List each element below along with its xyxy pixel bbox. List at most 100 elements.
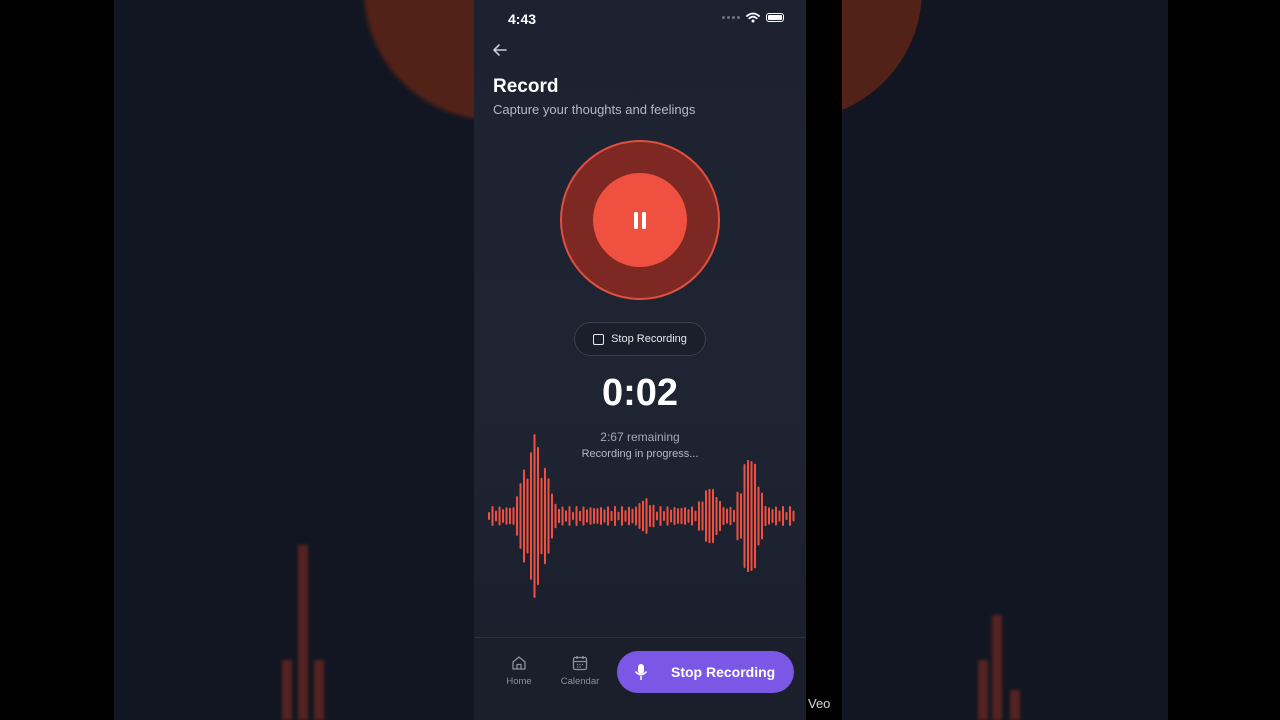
waveform-bar <box>778 510 781 522</box>
waveform-bar <box>775 506 777 526</box>
status-icons <box>722 12 784 23</box>
waveform-bar <box>691 506 693 526</box>
waveform-bar <box>733 509 735 523</box>
stop-icon <box>593 333 605 345</box>
waveform-bar <box>687 509 690 523</box>
status-time: 4:43 <box>508 11 537 27</box>
waveform-bar <box>495 510 497 522</box>
waveform-bar <box>561 506 564 526</box>
waveform-bar <box>670 509 672 523</box>
watermark: Veo <box>808 696 831 711</box>
waveform-bar <box>736 491 739 541</box>
waveform-bar <box>663 510 665 522</box>
waveform-bar <box>694 510 697 522</box>
waveform-bar <box>771 508 774 524</box>
waveform-bar <box>684 507 686 525</box>
waveform-bar <box>488 512 490 520</box>
waveform-bar <box>666 506 669 526</box>
nav-item-home[interactable]: Home <box>494 654 544 687</box>
stop-recording-label: Stop Recording <box>611 333 687 345</box>
waveform-bar <box>600 506 602 526</box>
waveform-bar <box>785 511 788 521</box>
waveform-bar <box>754 463 756 569</box>
phone-screen: 4:43 Record Capture your thoughts and fe… <box>474 0 806 720</box>
nav-home-label: Home <box>506 676 532 687</box>
waveform-bar <box>635 506 637 526</box>
waveform-bar <box>743 464 746 568</box>
background-right-blur <box>842 0 1168 720</box>
waveform-bar <box>642 500 644 532</box>
wifi-icon <box>746 12 760 23</box>
waveform-bar <box>565 510 567 522</box>
waveform-bar <box>698 501 700 531</box>
waveform-bar <box>603 509 606 523</box>
waveform-bar <box>568 506 571 526</box>
page-subtitle: Capture your thoughts and feelings <box>493 102 696 117</box>
waveform-bar <box>509 507 511 525</box>
waveform-bar <box>593 507 595 525</box>
waveform-bar <box>586 509 588 523</box>
waveform-bar <box>726 508 728 524</box>
stop-recording-button[interactable]: Stop Recording <box>617 651 794 693</box>
waveform-bar <box>544 467 546 565</box>
microphone-icon <box>634 664 648 680</box>
waveform-bar <box>747 459 749 573</box>
waveform-bar <box>757 486 760 546</box>
waveform-bar <box>715 496 718 536</box>
recording-status: Recording in progress... <box>581 448 699 460</box>
waveform-bar <box>617 511 620 521</box>
waveform-bar <box>712 488 714 544</box>
nav-calendar-label: Calendar <box>560 676 600 687</box>
waveform-bar <box>768 507 770 525</box>
waveform-bar <box>673 506 676 526</box>
waveform-bar <box>638 503 641 529</box>
waveform-bar <box>740 493 742 539</box>
waveform-bar <box>680 507 683 525</box>
waveform-bar <box>628 506 630 526</box>
waveform-bar <box>582 506 585 526</box>
status-bar: 4:43 <box>474 0 806 36</box>
waveform-bar <box>530 452 532 580</box>
waveform-bar <box>761 492 763 540</box>
waveform-bar <box>729 506 732 526</box>
waveform-bar <box>621 506 623 526</box>
back-arrow-icon[interactable] <box>488 38 512 62</box>
waveform-bar <box>607 506 609 526</box>
waveform-bar <box>614 506 616 526</box>
waveform-bar <box>677 508 679 524</box>
waveform-bar <box>537 446 539 586</box>
battery-icon <box>766 13 784 22</box>
record-button[interactable] <box>560 140 720 300</box>
waveform-bar <box>701 501 704 531</box>
waveform-bar <box>659 506 662 526</box>
waveform-bar <box>782 506 784 526</box>
home-icon <box>512 656 526 670</box>
waveform-bar <box>502 509 504 523</box>
waveform-bar <box>498 506 501 526</box>
waveform-bar <box>792 510 795 522</box>
waveform-bar <box>596 508 599 524</box>
waveform-bar <box>645 498 648 534</box>
signal-icon <box>722 16 740 19</box>
waveform-bar <box>789 506 791 526</box>
waveform-bar <box>505 507 508 525</box>
waveform-bar <box>523 469 525 563</box>
stop-recording-pill-button[interactable]: Stop Recording <box>574 322 706 356</box>
waveform-bar <box>519 483 522 549</box>
waveform-bar <box>589 507 592 525</box>
waveform-bar <box>579 510 581 522</box>
waveform-bar <box>554 503 557 529</box>
waveform-bar <box>526 478 529 554</box>
waveform-bar <box>624 510 627 522</box>
waveform-bar <box>652 504 655 528</box>
waveform-bar <box>540 477 543 555</box>
waveform-bar <box>656 511 658 521</box>
stop-recording-button-label: Stop Recording <box>671 664 776 680</box>
pause-icon <box>593 173 687 267</box>
waveform-bar <box>764 505 767 527</box>
nav-item-calendar[interactable]: Calendar <box>555 654 605 687</box>
background-left-blur <box>114 0 474 720</box>
waveform-bar <box>722 506 725 526</box>
waveform-bar <box>547 478 550 554</box>
waveform-bar <box>705 490 707 542</box>
